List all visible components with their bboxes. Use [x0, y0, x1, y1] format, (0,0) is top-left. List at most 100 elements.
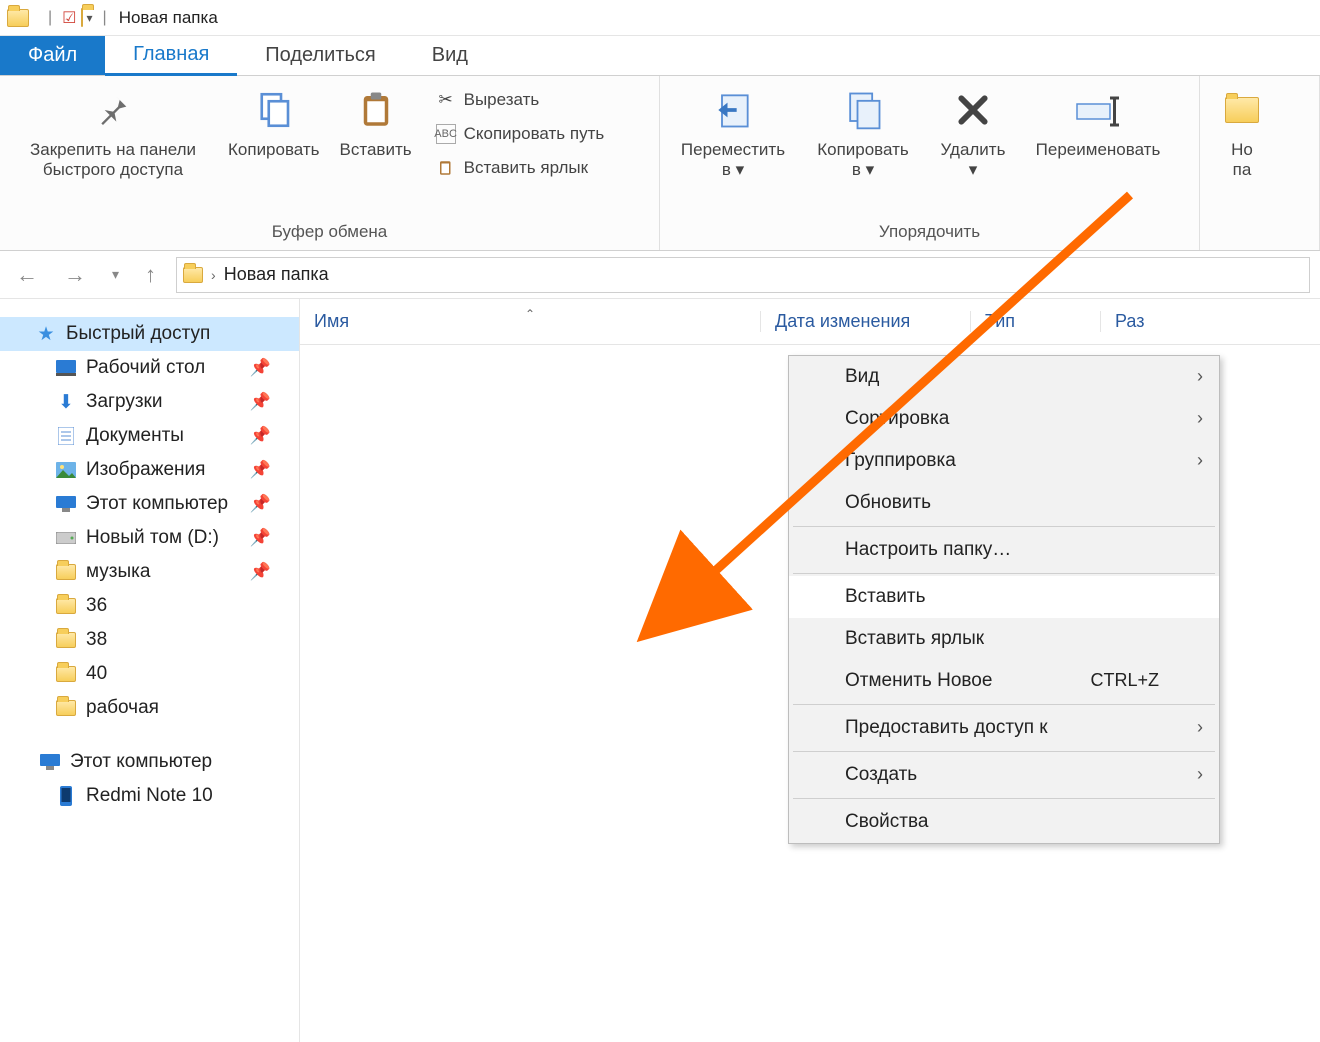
forward-button[interactable]: →	[58, 258, 92, 292]
ctx-label: Отменить Новое	[845, 670, 992, 691]
up-button[interactable]: ↑	[139, 258, 162, 292]
pc-icon	[56, 494, 76, 514]
rename-label: Переименовать	[1036, 140, 1161, 160]
ctx-label: Свойства	[845, 811, 928, 832]
pin-icon: 📌	[250, 358, 271, 378]
folder-icon[interactable]	[81, 9, 83, 27]
sidebar-item-40[interactable]: 40	[0, 657, 299, 691]
separator: |	[103, 9, 107, 27]
move-to-label: Переместить в ▾	[681, 140, 785, 179]
copy-path-label: Скопировать путь	[464, 124, 605, 144]
folder-icon	[56, 562, 76, 582]
ribbon-group-organize: Переместить в ▾ Копировать в ▾ Удалить ▾…	[660, 76, 1200, 250]
cut-label: Вырезать	[464, 90, 540, 110]
ctx-undo[interactable]: Отменить Новое CTRL+Z	[789, 660, 1219, 702]
cut-button[interactable]: ✂ Вырезать	[428, 86, 613, 114]
tab-home[interactable]: Главная	[105, 36, 237, 76]
breadcrumb-current[interactable]: Новая папка	[224, 264, 329, 285]
sidebar-item-label: Изображения	[86, 459, 205, 481]
desktop-icon	[56, 358, 76, 378]
recent-button[interactable]: ▾	[106, 262, 125, 287]
new-folder-button-partial[interactable]: Но па	[1208, 80, 1276, 238]
rename-button[interactable]: Переименовать	[1018, 80, 1178, 218]
sidebar-item-documents[interactable]: Документы 📌	[0, 419, 299, 453]
navigation-sidebar: ★ Быстрый доступ Рабочий стол 📌 ⬇ Загруз…	[0, 299, 300, 1042]
copy-button[interactable]: Копировать	[218, 80, 330, 218]
ctx-customize[interactable]: Настроить папку…	[789, 529, 1219, 571]
pin-icon: 📌	[250, 528, 271, 548]
sidebar-item-label: рабочая	[86, 697, 159, 719]
column-header-size[interactable]: Раз	[1100, 311, 1320, 332]
sidebar-item-desktop[interactable]: Рабочий стол 📌	[0, 351, 299, 385]
ctx-sort[interactable]: Сортировка›	[789, 398, 1219, 440]
tab-view[interactable]: Вид	[404, 36, 496, 75]
pin-icon: 📌	[250, 460, 271, 480]
ctx-new[interactable]: Создать›	[789, 754, 1219, 796]
pictures-icon	[56, 460, 76, 480]
paste-button[interactable]: Вставить	[330, 80, 422, 218]
sidebar-item-music[interactable]: музыка 📌	[0, 555, 299, 589]
move-to-button[interactable]: Переместить в ▾	[668, 80, 798, 218]
ribbon-tabs: Файл Главная Поделиться Вид	[0, 36, 1320, 76]
folder-icon	[56, 630, 76, 650]
ctx-refresh[interactable]: Обновить	[789, 482, 1219, 524]
delete-button[interactable]: Удалить ▾	[928, 80, 1018, 218]
sidebar-quick-access[interactable]: ★ Быстрый доступ	[0, 317, 299, 351]
downloads-icon: ⬇	[56, 392, 76, 412]
ctx-shortcut: CTRL+Z	[1090, 670, 1159, 691]
ctx-view[interactable]: Вид›	[789, 356, 1219, 398]
pin-quick-access-button[interactable]: Закрепить на панели быстрого доступа	[8, 80, 218, 218]
folder-icon	[56, 664, 76, 684]
properties-icon[interactable]: ☑	[62, 8, 76, 28]
sidebar-item-this-pc[interactable]: Этот компьютер 📌	[0, 487, 299, 521]
ctx-paste[interactable]: Вставить	[789, 576, 1219, 618]
column-header-date[interactable]: Дата изменения	[760, 311, 970, 332]
copy-to-button[interactable]: Копировать в ▾	[798, 80, 928, 218]
ctx-group[interactable]: Группировка›	[789, 440, 1219, 482]
ctx-paste-shortcut[interactable]: Вставить ярлык	[789, 618, 1219, 660]
tab-file[interactable]: Файл	[0, 36, 105, 75]
sidebar-this-pc-root[interactable]: Этот компьютер	[0, 745, 299, 779]
pc-icon	[40, 752, 60, 772]
sidebar-item-label: Новый том (D:)	[86, 527, 219, 549]
pin-icon: 📌	[250, 392, 271, 412]
context-menu: Вид› Сортировка› Группировка› Обновить Н…	[788, 355, 1220, 844]
sidebar-item-downloads[interactable]: ⬇ Загрузки 📌	[0, 385, 299, 419]
breadcrumb[interactable]: › Новая папка	[176, 257, 1310, 293]
system-folder-icon[interactable]	[0, 3, 36, 33]
sidebar-item-drive-d[interactable]: Новый том (D:) 📌	[0, 521, 299, 555]
copy-path-button[interactable]: ABC Скопировать путь	[428, 120, 613, 148]
paste-shortcut-button[interactable]: Вставить ярлык	[428, 154, 613, 182]
paste-label: Вставить	[340, 140, 412, 160]
chevron-right-icon[interactable]: ›	[211, 267, 216, 283]
sidebar-item-device[interactable]: Redmi Note 10	[0, 779, 299, 813]
paste-icon	[352, 86, 400, 134]
sidebar-item-working[interactable]: рабочая	[0, 691, 299, 725]
sidebar-item-38[interactable]: 38	[0, 623, 299, 657]
dropdown-caret-icon[interactable]: ▾	[87, 11, 93, 25]
pin-icon: 📌	[250, 562, 271, 582]
ctx-properties[interactable]: Свойства	[789, 801, 1219, 843]
sidebar-item-pictures[interactable]: Изображения 📌	[0, 453, 299, 487]
sidebar-item-label: Этот компьютер	[86, 493, 228, 515]
column-header-name[interactable]: Имя ⌃	[300, 311, 760, 332]
file-list-area[interactable]: Имя ⌃ Дата изменения Тип Раз Вид› Сортир…	[300, 299, 1320, 1042]
tab-share[interactable]: Поделиться	[237, 36, 403, 75]
separator: |	[48, 9, 52, 27]
column-header-type[interactable]: Тип	[970, 311, 1100, 332]
organize-group-label: Упорядочить	[660, 218, 1199, 250]
column-date-label: Дата изменения	[775, 311, 910, 331]
window-title: Новая папка	[119, 8, 218, 28]
pin-icon	[89, 86, 137, 134]
sidebar-item-36[interactable]: 36	[0, 589, 299, 623]
ctx-give-access[interactable]: Предоставить доступ к›	[789, 707, 1219, 749]
sidebar-item-label: 38	[86, 629, 107, 651]
sort-caret-icon: ⌃	[525, 307, 535, 321]
main-area: ★ Быстрый доступ Рабочий стол 📌 ⬇ Загруз…	[0, 299, 1320, 1042]
back-button[interactable]: ←	[10, 258, 44, 292]
rename-icon	[1074, 86, 1122, 134]
column-headers: Имя ⌃ Дата изменения Тип Раз	[300, 299, 1320, 345]
ctx-label: Группировка	[845, 450, 956, 471]
phone-icon	[56, 786, 76, 806]
copy-to-icon	[839, 86, 887, 134]
